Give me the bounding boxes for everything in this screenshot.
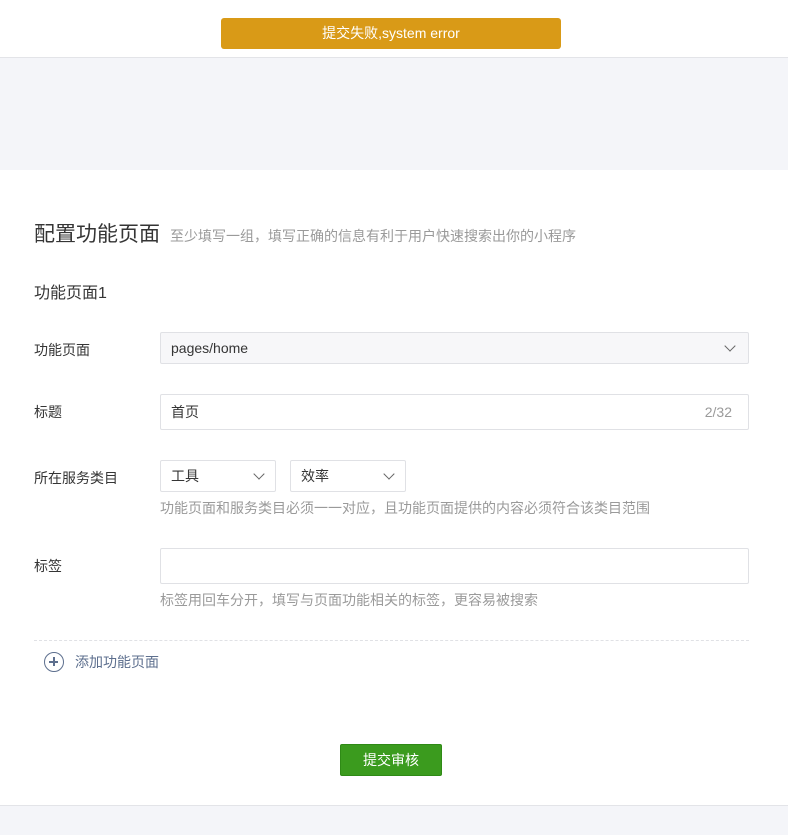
title-input[interactable]: 首页 2/32	[160, 394, 749, 430]
tags-hint: 标签用回车分开，填写与页面功能相关的标签，更容易被搜索	[160, 592, 538, 608]
divider	[34, 640, 749, 641]
header-spacer	[0, 59, 788, 170]
section-tip: 至少填写一组，填写正确的信息有利于用户快速搜索出你的小程序	[170, 228, 576, 244]
category-primary-select[interactable]: 工具	[160, 460, 276, 492]
submit-button[interactable]: 提交审核	[340, 744, 442, 776]
tags-label: 标签	[34, 558, 62, 574]
chevron-down-icon	[724, 340, 736, 352]
category-primary-value: 工具	[171, 468, 199, 484]
add-page-label: 添加功能页面	[75, 654, 159, 670]
category-secondary-select[interactable]: 效率	[290, 460, 406, 492]
top-bar: 提交失败,system error	[0, 0, 788, 58]
title-input-value: 首页	[171, 404, 199, 420]
category-hint: 功能页面和服务类目必须一一对应，且功能页面提供的内容必须符合该类目范围	[160, 500, 650, 516]
section-title: 配置功能页面	[34, 223, 160, 246]
error-toast: 提交失败,system error	[221, 18, 561, 49]
section-header: 配置功能页面 至少填写一组，填写正确的信息有利于用户快速搜索出你的小程序	[34, 218, 576, 248]
tags-input[interactable]	[160, 548, 749, 584]
category-label: 所在服务类目	[34, 470, 118, 486]
group-title: 功能页面1	[34, 285, 107, 302]
page-select[interactable]: pages/home	[160, 332, 749, 364]
page-label: 功能页面	[34, 342, 90, 358]
title-label: 标题	[34, 404, 62, 420]
page-select-value: pages/home	[171, 340, 249, 356]
chevron-down-icon	[253, 468, 265, 480]
config-panel: 配置功能页面 至少填写一组，填写正确的信息有利于用户快速搜索出你的小程序 功能页…	[0, 170, 788, 806]
chevron-down-icon	[383, 468, 395, 480]
plus-circle-icon	[44, 652, 64, 672]
title-char-counter: 2/32	[704, 404, 732, 420]
add-page-button[interactable]: 添加功能页面	[44, 652, 159, 672]
category-secondary-value: 效率	[301, 468, 329, 484]
